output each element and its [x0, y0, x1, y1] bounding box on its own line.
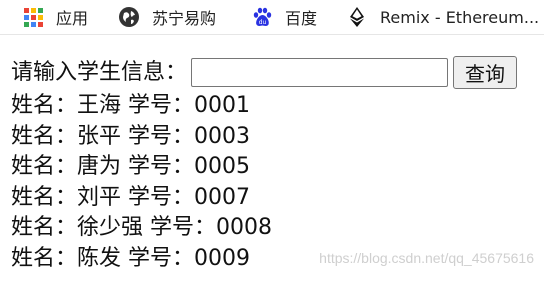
- name-label: 姓名：: [11, 93, 78, 118]
- student-id: 0001: [194, 93, 251, 118]
- bookmark-label: 应用: [56, 9, 89, 28]
- student-search-input[interactable]: [191, 58, 449, 87]
- bookmark-label: 百度: [285, 9, 318, 28]
- search-label: 请输入学生信息：: [11, 60, 188, 85]
- name-label: 姓名：: [11, 184, 78, 210]
- svg-text:du: du: [259, 19, 267, 26]
- bookmark-apps[interactable]: 应用: [22, 0, 88, 34]
- student-id: 0005: [194, 154, 251, 179]
- list-item: 姓名：张平 学号：0003: [11, 122, 272, 153]
- name-label: 姓名：: [11, 123, 78, 149]
- id-label: 学号：: [128, 154, 195, 179]
- student-id: 0009: [194, 245, 251, 271]
- student-name: 张平: [77, 123, 122, 149]
- name-label: 姓名：: [11, 154, 78, 179]
- id-label: 学号：: [128, 123, 195, 149]
- query-button[interactable]: 查询: [453, 56, 518, 89]
- student-name: 徐少强: [77, 215, 144, 240]
- bookmark-label: 苏宁易购: [152, 9, 217, 28]
- student-name: 王海: [77, 93, 122, 118]
- apps-grid-icon: [22, 6, 44, 28]
- watermark: https://blog.csdn.net/qq_45675616: [319, 250, 534, 266]
- bookmarks-bar: 应用 苏宁易购 du 百度 Remix - Ethereum...: [0, 0, 544, 35]
- name-label: 姓名：: [11, 245, 78, 271]
- name-label: 姓名：: [11, 215, 78, 240]
- id-label: 学号：: [128, 184, 195, 210]
- bookmark-baidu[interactable]: du 百度: [251, 0, 317, 34]
- student-id: 0003: [194, 123, 251, 149]
- list-item: 姓名：刘平 学号：0007: [11, 183, 272, 214]
- list-item: 姓名：唐为 学号：0005: [11, 152, 272, 183]
- student-name: 唐为: [77, 154, 122, 179]
- student-id: 0008: [216, 215, 273, 240]
- baidu-paw-icon: du: [251, 6, 273, 28]
- student-name: 陈发: [77, 245, 122, 271]
- list-item: 姓名：王海 学号：0001: [11, 91, 272, 122]
- remix-icon: [346, 6, 368, 28]
- list-item: 姓名：陈发 学号：0009: [11, 244, 272, 275]
- list-item: 姓名：徐少强 学号：0008: [11, 213, 272, 244]
- bookmark-remix[interactable]: Remix - Ethereum...: [346, 0, 539, 34]
- browser-page: 应用 苏宁易购 du 百度 Remix - Ethereum... 请输入学生信…: [0, 0, 544, 281]
- student-id: 0007: [194, 184, 251, 210]
- id-label: 学号：: [128, 93, 195, 118]
- bookmark-suning[interactable]: 苏宁易购: [118, 0, 216, 34]
- student-results-list: 姓名：王海 学号：0001 姓名：张平 学号：0003 姓名：唐为 学号：000…: [11, 91, 272, 274]
- bookmark-label: Remix - Ethereum...: [380, 7, 540, 27]
- student-search-form: 请输入学生信息： 查询: [11, 56, 518, 89]
- id-label: 学号：: [150, 215, 217, 240]
- student-name: 刘平: [77, 184, 122, 210]
- id-label: 学号：: [128, 245, 195, 271]
- globe-icon: [118, 6, 140, 28]
